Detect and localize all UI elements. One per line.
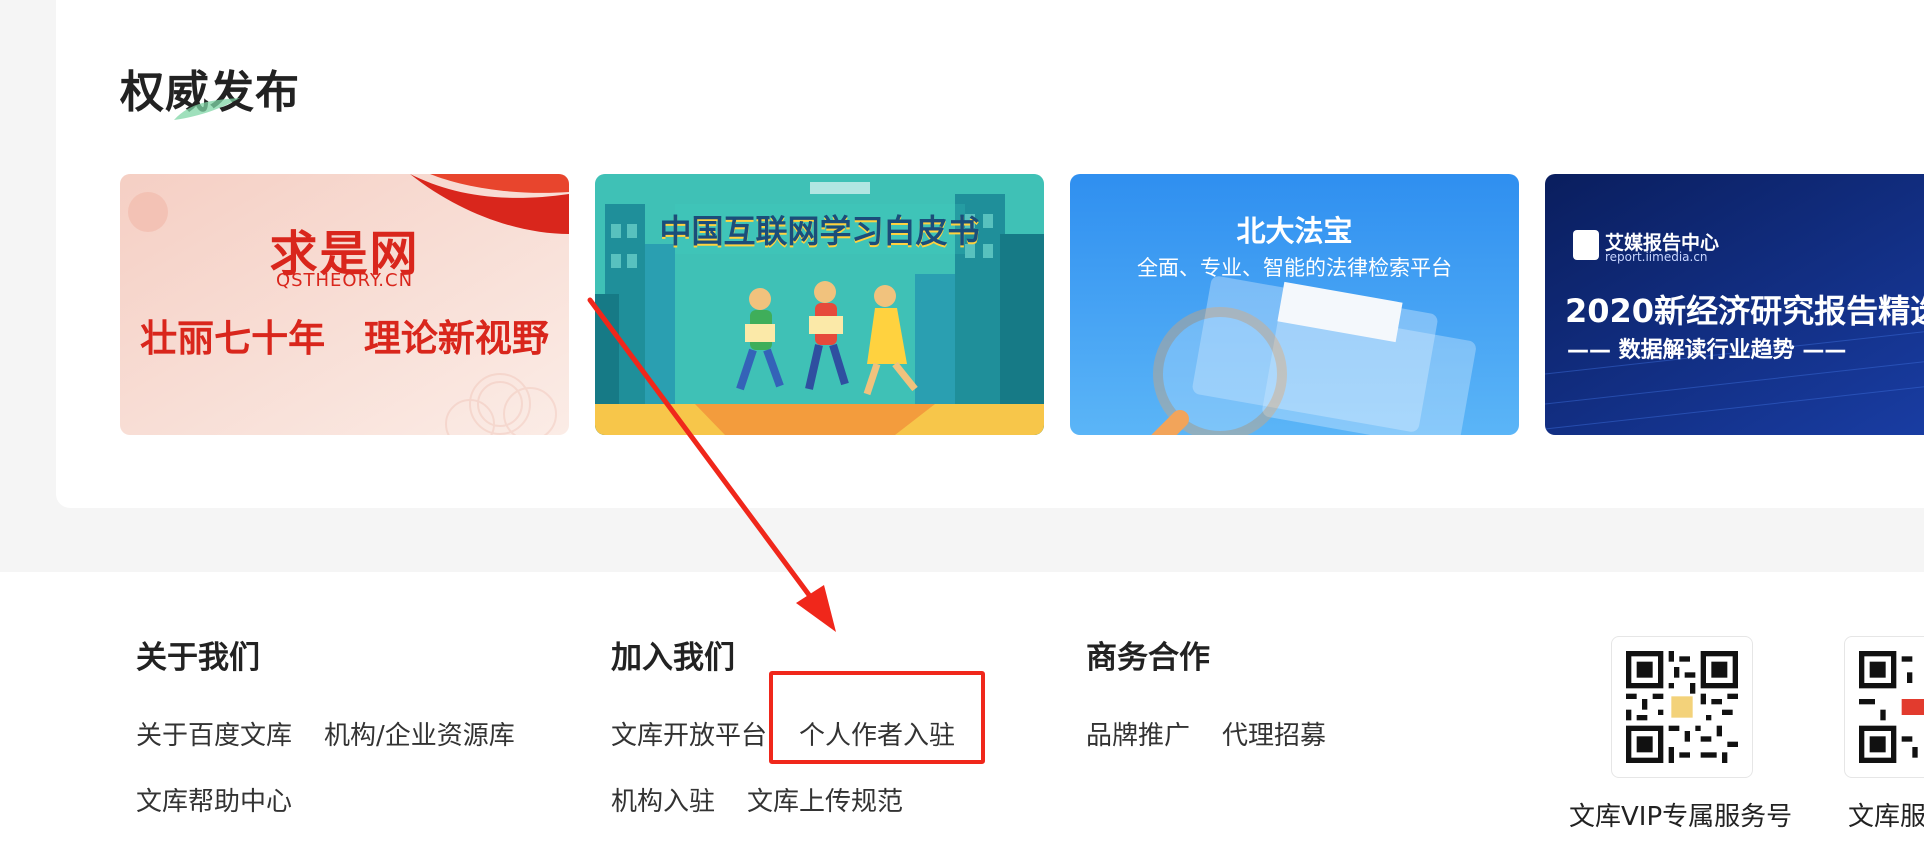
link-help-center[interactable]: 文库帮助中心 (136, 781, 292, 818)
qr-label-vip-service: 文库VIP专属服务号 (1569, 802, 1793, 832)
link-agent-recruitment[interactable]: 代理招募 (1222, 715, 1326, 752)
link-open-platform[interactable]: 文库开放平台 (611, 715, 767, 752)
annotation-highlight-box (769, 671, 985, 764)
footer-business-heading: 商务合作 (1086, 640, 1210, 676)
banner-iimedia-report[interactable]: 艾媒报告中心 report.iimedia.cn 2020新经济研究报告精选 —… (1545, 174, 1924, 435)
pkulaw-subtitle: 全面、专业、智能的法律检索平台 (1137, 256, 1452, 280)
whitepaper-title: 中国互联网学习白皮书 (659, 212, 980, 250)
footer-about-heading: 关于我们 (136, 640, 260, 676)
iimedia-headline: 2020新经济研究报告精选 (1565, 292, 1924, 330)
link-about-baidu-wenku[interactable]: 关于百度文库 (136, 715, 292, 752)
link-institution-join[interactable]: 机构入驻 (611, 781, 715, 818)
footer-join-heading: 加入我们 (611, 640, 735, 676)
pkulaw-title: 北大法宝 (1236, 214, 1353, 248)
link-upload-guidelines[interactable]: 文库上传规范 (747, 781, 903, 818)
iimedia-brand-sub: report.iimedia.cn (1605, 250, 1708, 264)
qr-label-wenku-service: 文库服 (1848, 802, 1924, 832)
qr-code-icon (1859, 651, 1924, 763)
qr-code-icon (1626, 651, 1738, 763)
qr-code-vip-service (1611, 636, 1753, 778)
qstheory-slogan: 壮丽七十年 理论新视野 (140, 317, 549, 360)
link-brand-promotion[interactable]: 品牌推广 (1086, 715, 1190, 752)
link-institution-resources[interactable]: 机构/企业资源库 (324, 715, 515, 752)
qr-code-wenku-service (1844, 636, 1924, 778)
banner-pkulaw[interactable]: 北大法宝 全面、专业、智能的法律检索平台 (1070, 174, 1519, 435)
banner-qstheory[interactable]: 求是网 QSTHEORY.CN 壮丽七十年 理论新视野 (120, 174, 569, 435)
qstheory-logo-sub: QSTHEORY.CN (275, 270, 414, 291)
banner-internet-learning-whitepaper[interactable]: 中国互联网学习白皮书 (595, 174, 1044, 435)
title-underline-decoration (174, 98, 240, 120)
iimedia-tagline: —— 数据解读行业趋势 —— (1567, 338, 1847, 363)
